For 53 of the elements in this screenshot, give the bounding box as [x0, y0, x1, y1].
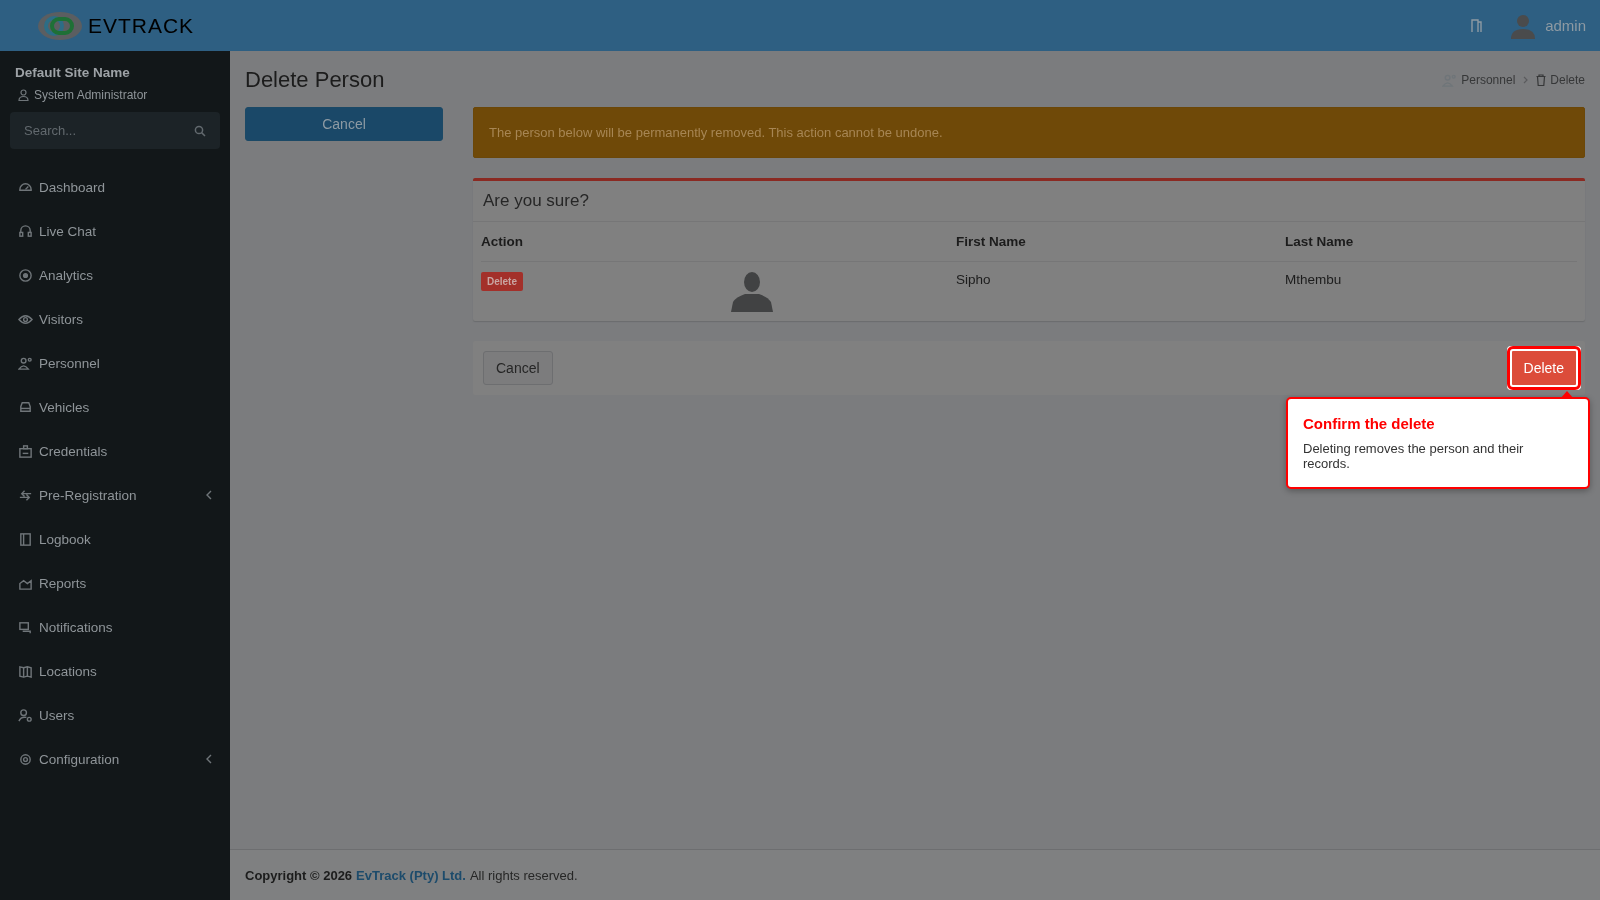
- sidebar-item[interactable]: Pre-Registration: [0, 473, 230, 517]
- delete-badge[interactable]: Delete: [481, 272, 523, 291]
- menu-item-icon: [18, 751, 33, 767]
- delete-button[interactable]: Delete: [1509, 349, 1578, 387]
- card-title: Are you sure?: [473, 181, 1585, 222]
- sidebar-item[interactable]: Reports: [0, 561, 230, 605]
- column-header: Last Name: [1285, 222, 1577, 262]
- search-icon[interactable]: [194, 125, 206, 137]
- user-icon: [18, 89, 29, 101]
- sidebar-item[interactable]: Visitors: [0, 297, 230, 341]
- logo-icon: [35, 10, 84, 41]
- column-header: Action: [481, 222, 731, 262]
- person-silhouette-icon: [731, 272, 773, 312]
- sidebar-item[interactable]: Live Chat: [0, 209, 230, 253]
- sidebar-item[interactable]: Dashboard: [0, 165, 230, 209]
- table-cell-text: Sipho: [956, 271, 992, 289]
- search-field[interactable]: Search...: [10, 112, 220, 149]
- chevron-icon[interactable]: [206, 754, 212, 764]
- tooltip-title: Confirm the delete: [1303, 415, 1436, 432]
- user-role: System Administrator: [34, 88, 148, 102]
- sidebar-item[interactable]: Personnel: [0, 341, 230, 385]
- menu-item-icon: [18, 443, 33, 459]
- logo-text: EVTRACK: [87, 13, 195, 38]
- separator-icon: [1523, 76, 1529, 84]
- cancel-button[interactable]: Cancel: [245, 107, 443, 141]
- rights-text: All rights reserved.: [469, 867, 578, 883]
- sidebar-item[interactable]: Vehicles: [0, 385, 230, 429]
- trash-icon: [1536, 74, 1547, 86]
- column-header: First Name: [956, 222, 1285, 262]
- menu-item-icon: [18, 707, 33, 723]
- page-title: Delete Person: [245, 67, 385, 93]
- tooltip-text: Deleting removes the person and their records.: [1303, 441, 1525, 471]
- sidebar-item[interactable]: Logbook: [0, 517, 230, 561]
- menu-item-icon: [18, 355, 33, 371]
- cancel-button[interactable]: Cancel: [483, 351, 553, 385]
- menu-item-icon: [18, 399, 33, 415]
- menu-item-icon: [18, 267, 33, 283]
- menu-item-icon: [18, 663, 33, 679]
- door-icon[interactable]: [1471, 18, 1484, 33]
- menu-item-icon: [18, 223, 33, 239]
- sidebar-item[interactable]: Locations: [0, 649, 230, 693]
- menu-item-icon: [18, 619, 33, 635]
- sidebar-item[interactable]: Analytics: [0, 253, 230, 297]
- table-cell-text: Mthembu: [1285, 271, 1343, 289]
- sidebar-item[interactable]: Notifications: [0, 605, 230, 649]
- copyright-text: Copyright © 2026: [245, 867, 353, 883]
- sidebar-item[interactable]: Configuration: [0, 737, 230, 781]
- warning-alert: The person below will be permanently removed. This action cannot be undone.: [473, 107, 1585, 158]
- menu-item-icon: [18, 531, 33, 547]
- sidebar-item[interactable]: Users: [0, 693, 230, 737]
- chevron-icon[interactable]: [206, 490, 212, 500]
- site-name: Default Site Name: [14, 64, 131, 80]
- sidebar-item[interactable]: Credentials: [0, 429, 230, 473]
